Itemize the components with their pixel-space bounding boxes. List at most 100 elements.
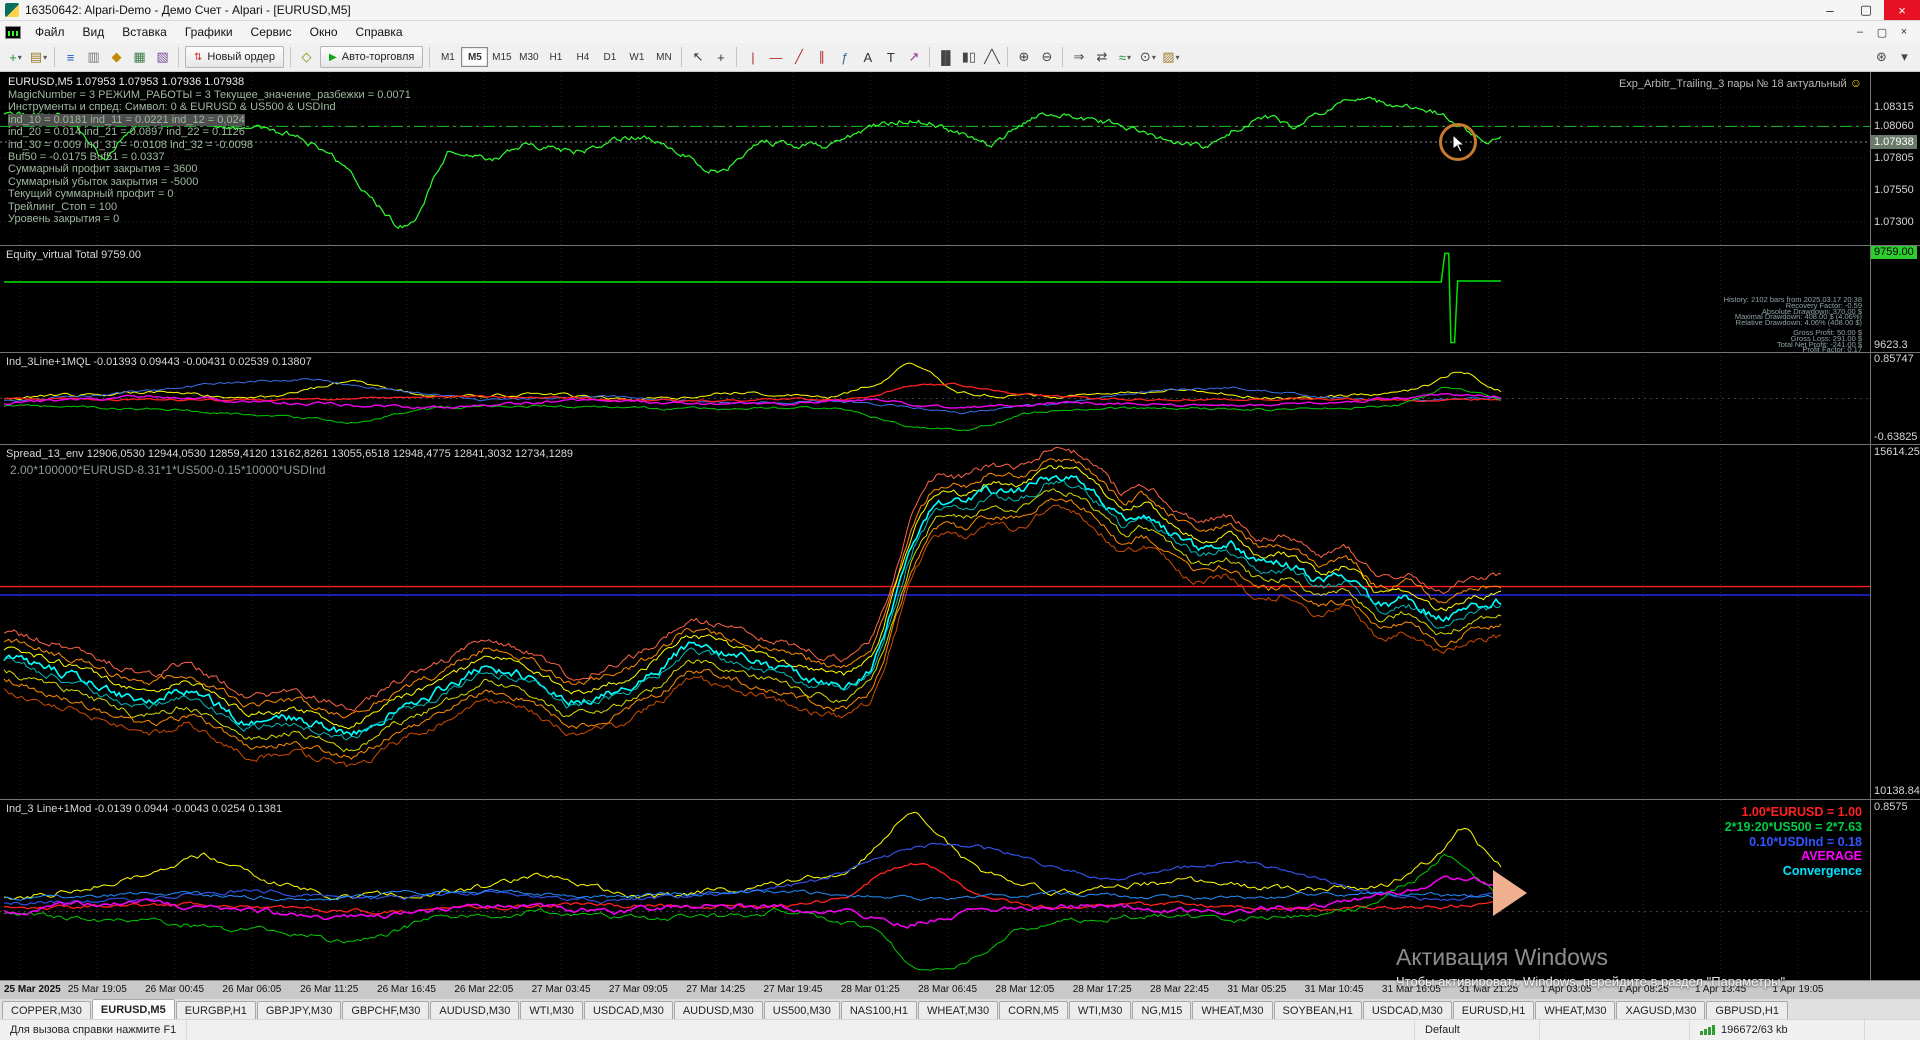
cursor-icon[interactable]: ↖ bbox=[686, 46, 709, 68]
timeframe-W1[interactable]: W1 bbox=[623, 47, 650, 67]
metaeditor-icon[interactable]: ◇ bbox=[295, 46, 318, 68]
time-axis[interactable]: 25 Mar 2025 25 Mar 19:05 26 Mar 00:45 26 Ma… bbox=[0, 980, 1920, 999]
chart-tab-US500-M30[interactable]: US500,M30 bbox=[763, 1001, 840, 1019]
chart-tab-WHEAT-M30[interactable]: WHEAT,M30 bbox=[1192, 1001, 1273, 1019]
timeframe-MN[interactable]: MN bbox=[650, 47, 677, 67]
close-button[interactable]: × bbox=[1884, 0, 1920, 20]
toolbar-options-icon[interactable]: ▾ bbox=[1893, 46, 1916, 68]
status-profile[interactable]: Default bbox=[1415, 1020, 1540, 1040]
strategy-tester-icon[interactable]: ▧ bbox=[151, 46, 174, 68]
profiles-icon[interactable]: ▤ ▾ bbox=[27, 46, 50, 68]
legend-line: 0.10*USDInd = 0.18 bbox=[1749, 834, 1862, 849]
comment-line: Текущий суммарный профит = 0 bbox=[8, 188, 174, 201]
zoom-out-glyph: ⊖ bbox=[1041, 49, 1053, 64]
auto-scroll-icon[interactable]: ⇒ bbox=[1067, 46, 1090, 68]
chart-tab-NAS100-H1[interactable]: NAS100,H1 bbox=[840, 1001, 917, 1019]
chart-tab-EURGBP-H1[interactable]: EURGBP,H1 bbox=[175, 1001, 256, 1019]
menu-service[interactable]: Сервис bbox=[242, 22, 301, 42]
menu-help[interactable]: Справка bbox=[347, 22, 412, 42]
timeframe-M15[interactable]: M15 bbox=[488, 47, 515, 67]
crosshair-icon[interactable]: + bbox=[709, 46, 732, 68]
navigator-icon[interactable]: ◆ bbox=[105, 46, 128, 68]
mdi-minimize-button[interactable]: – bbox=[1849, 23, 1871, 41]
status-help-text: Для вызова справки нажмите F1 bbox=[0, 1020, 188, 1040]
chart-tab-USDCAD-M30[interactable]: USDCAD,M30 bbox=[1362, 1001, 1452, 1019]
chart-system-icon[interactable] bbox=[5, 25, 21, 39]
chart-tab-AUDUSD-M30[interactable]: AUDUSD,M30 bbox=[430, 1001, 520, 1019]
trendline-icon[interactable]: ╱ bbox=[787, 46, 810, 68]
timeframe-M30[interactable]: M30 bbox=[515, 47, 542, 67]
timeframe-H4[interactable]: H4 bbox=[569, 47, 596, 67]
new-order-button[interactable]: ⇅ Новый ордер bbox=[185, 46, 285, 68]
line-chart-icon[interactable]: ╱╲ bbox=[980, 46, 1003, 68]
price-axis[interactable]: 1.08315 1.08060 1.07938 1.07805 1.07550 1.073… bbox=[1870, 72, 1920, 980]
chart-tab-EURUSD-H1[interactable]: EURUSD,H1 bbox=[1452, 1001, 1535, 1019]
menu-view[interactable]: Вид bbox=[74, 22, 114, 42]
periods-icon[interactable]: ⊙ ▾ bbox=[1136, 46, 1159, 68]
text-icon[interactable]: A bbox=[856, 46, 879, 68]
terminal-icon[interactable]: ▦ bbox=[128, 46, 151, 68]
chart-shift-icon[interactable]: ⇄ bbox=[1090, 46, 1113, 68]
minimize-button[interactable]: – bbox=[1812, 0, 1848, 20]
equidistant-channel-icon[interactable]: ∥ bbox=[810, 46, 833, 68]
chart-tab-GBPUSD-H1[interactable]: GBPUSD,H1 bbox=[1706, 1001, 1788, 1019]
market-search-icon[interactable]: ⊛ bbox=[1870, 46, 1893, 68]
horizontal-line-icon[interactable]: — bbox=[764, 46, 787, 68]
mdi-close-button[interactable]: × bbox=[1893, 23, 1915, 41]
chart-tab-WTI-M30[interactable]: WTI,M30 bbox=[520, 1001, 583, 1019]
menu-charts[interactable]: Графики bbox=[176, 22, 242, 42]
chart-tab-EURUSD-M5[interactable]: EURUSD,M5 bbox=[91, 999, 175, 1019]
traffic-text: 196672/63 kb bbox=[1721, 1024, 1788, 1036]
fibonacci-icon[interactable]: ƒ bbox=[833, 46, 856, 68]
chart-area[interactable]: EURUSD,M5 1.07953 1.07953 1.07936 1.0793… bbox=[0, 72, 1920, 980]
mdi-restore-button[interactable]: ▢ bbox=[1871, 23, 1893, 41]
arrows-icon[interactable]: ↗ bbox=[902, 46, 925, 68]
chart-tab-WHEAT-M30[interactable]: WHEAT,M30 bbox=[1535, 1001, 1616, 1019]
pane-separator[interactable] bbox=[0, 245, 1920, 246]
templates-icon[interactable]: ▨ ▾ bbox=[1159, 46, 1182, 68]
timeframe-M5[interactable]: M5 bbox=[461, 47, 489, 67]
timeframe-D1[interactable]: D1 bbox=[596, 47, 623, 67]
timeframe-H1[interactable]: H1 bbox=[542, 47, 569, 67]
pane-separator[interactable] bbox=[0, 799, 1920, 800]
spread-pane-label: Spread_13_env 12906,0530 12944,0530 1285… bbox=[6, 448, 574, 460]
menu-insert[interactable]: Вставка bbox=[113, 22, 176, 42]
timeframe-M1[interactable]: M1 bbox=[434, 47, 461, 67]
zoom-out-icon[interactable]: ⊖ bbox=[1035, 46, 1058, 68]
chart-tab-CORN-M5[interactable]: CORN,M5 bbox=[999, 1001, 1068, 1019]
chart-tab-XAGUSD-M30[interactable]: XAGUSD,M30 bbox=[1616, 1001, 1706, 1019]
indicators-icon[interactable]: ≈ ▾ bbox=[1113, 46, 1136, 68]
new-order-label: Новый ордер bbox=[207, 51, 276, 63]
new-chart-icon[interactable]: + ▾ bbox=[4, 46, 27, 68]
chart-tab-USDCAD-M30[interactable]: USDCAD,M30 bbox=[583, 1001, 673, 1019]
maximize-button[interactable]: ▢ bbox=[1848, 0, 1884, 20]
chart-tab-GBPCHF-M30[interactable]: GBPCHF,M30 bbox=[342, 1001, 430, 1019]
series-mod-green bbox=[3, 853, 1502, 971]
zoom-in-icon[interactable]: ⊕ bbox=[1012, 46, 1035, 68]
new-chart-glyph: + bbox=[9, 49, 17, 65]
autotrading-button[interactable]: ▶ Авто-торговля bbox=[320, 46, 424, 68]
text-label-icon[interactable]: T bbox=[879, 46, 902, 68]
vertical-line-icon[interactable]: | bbox=[741, 46, 764, 68]
templates-glyph: ▨ bbox=[1162, 49, 1175, 64]
price-axis-label: 10138.84 bbox=[1874, 785, 1920, 797]
pane-separator[interactable] bbox=[0, 352, 1920, 353]
status-tail bbox=[1865, 1020, 1920, 1040]
chart-tab-WTI-M30[interactable]: WTI,M30 bbox=[1068, 1001, 1132, 1019]
toolbar-separator bbox=[736, 47, 738, 67]
data-window-icon[interactable]: ▥ bbox=[82, 46, 105, 68]
chart-symbol-ohlc: EURUSD,M5 1.07953 1.07953 1.07936 1.0793… bbox=[8, 76, 245, 88]
pane-separator[interactable] bbox=[0, 444, 1920, 445]
chart-tab-AUDUSD-M30[interactable]: AUDUSD,M30 bbox=[673, 1001, 763, 1019]
chart-tab-GBPJPY-M30[interactable]: GBPJPY,M30 bbox=[256, 1001, 342, 1019]
menu-window[interactable]: Окно bbox=[301, 22, 347, 42]
candlestick-chart-icon[interactable]: ▮▯ bbox=[957, 46, 980, 68]
market-watch-icon[interactable]: ≡ bbox=[59, 46, 82, 68]
chart-tab-WHEAT-M30[interactable]: WHEAT,M30 bbox=[917, 1001, 999, 1019]
legend-line: 1.00*EURUSD = 1.00 bbox=[1741, 805, 1862, 819]
chart-tab-COPPER-M30[interactable]: COPPER,M30 bbox=[2, 1001, 91, 1019]
chart-tab-SOYBEAN-H1[interactable]: SOYBEAN,H1 bbox=[1273, 1001, 1362, 1019]
chart-tab-NG-M15[interactable]: NG,M15 bbox=[1132, 1001, 1192, 1019]
bar-chart-icon[interactable]: ▐▌ bbox=[934, 46, 957, 68]
menu-file[interactable]: Файл bbox=[26, 22, 74, 42]
